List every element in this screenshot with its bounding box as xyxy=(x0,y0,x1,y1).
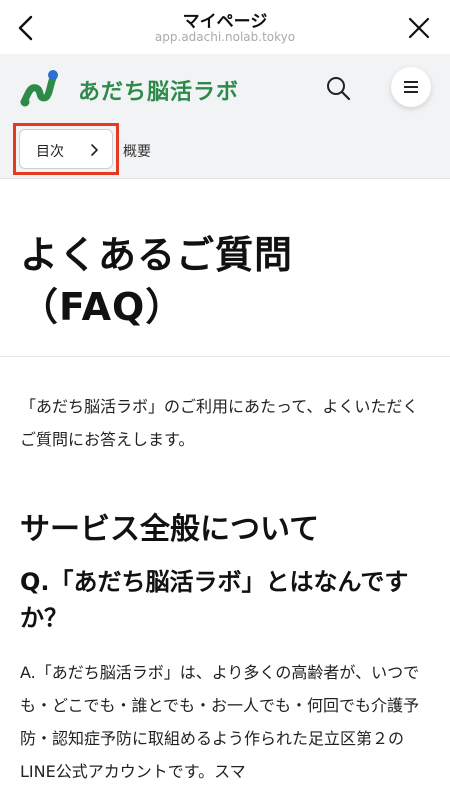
close-icon[interactable] xyxy=(406,14,432,42)
intro-text: 「あだち脳活ラボ」のご利用にあたって、よくいただくご質問にお答えします。 xyxy=(20,397,419,449)
site-logo-text[interactable]: あだち脳活ラボ xyxy=(78,74,239,106)
faq-answer: A.「あだち脳活ラボ」は、より多くの高齢者が、いつでも・どこでも・誰とでも・お一… xyxy=(20,663,420,781)
menu-line-icon xyxy=(404,91,418,93)
browser-top-bar: マイページ app.adachi.nolab.tokyo xyxy=(0,0,450,54)
toc-button[interactable]: 目次 xyxy=(19,129,113,169)
menu-line-icon xyxy=(404,81,418,83)
page-title-line1: よくあるご質問 xyxy=(20,233,294,277)
menu-line-icon xyxy=(404,86,418,88)
search-icon[interactable] xyxy=(324,74,352,102)
browser-url: app.adachi.nolab.tokyo xyxy=(154,30,296,44)
toc-button-label: 目次 xyxy=(36,144,64,160)
toc-current-section: 概要 xyxy=(123,144,151,160)
chevron-right-icon xyxy=(91,144,98,156)
logo-icon[interactable] xyxy=(18,68,60,108)
hamburger-menu-button[interactable] xyxy=(391,67,431,107)
browser-title: マイページ xyxy=(182,12,268,32)
site-header: あだち脳活ラボ xyxy=(0,54,450,122)
page-title-line2: （FAQ） xyxy=(20,285,185,329)
section-heading: サービス全般について xyxy=(20,512,320,547)
toc-bar: 目次 概要 xyxy=(0,122,450,179)
faq-question: Q.「あだち脳活ラボ」とはなんですか？ xyxy=(20,568,409,632)
title-divider xyxy=(0,356,450,357)
page-title: よくあるご質問 （FAQ） xyxy=(20,229,440,333)
